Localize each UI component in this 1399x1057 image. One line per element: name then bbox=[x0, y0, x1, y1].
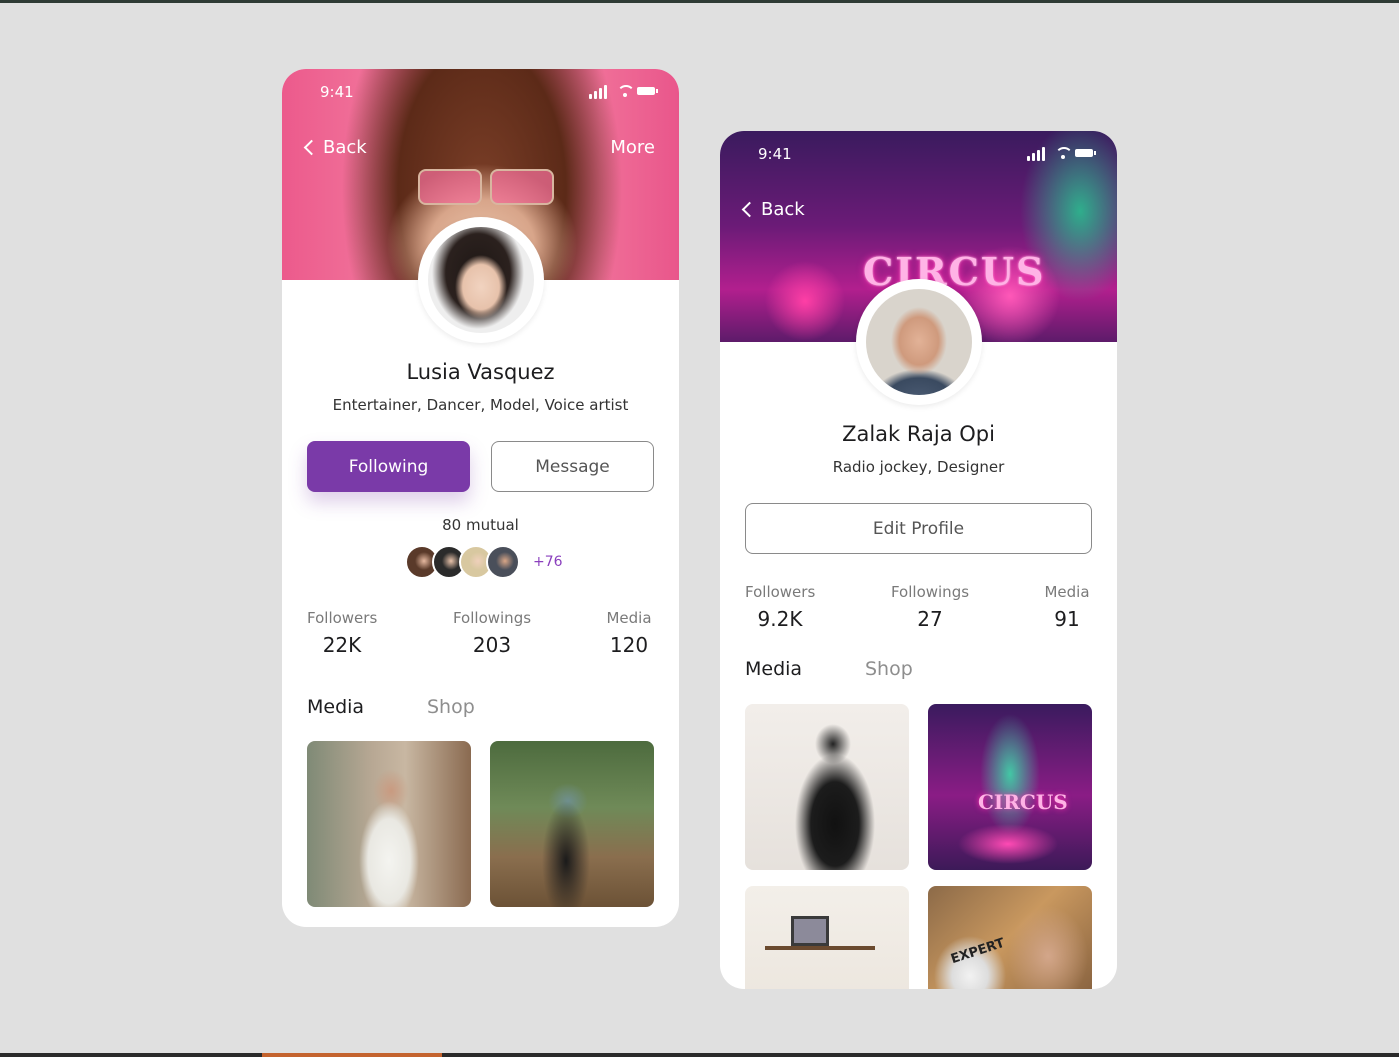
profile-card-zalak: CIRCUS 9:41 Back Zalak Raja Opi Radio jo… bbox=[720, 131, 1117, 989]
stat-value: 9.2K bbox=[757, 607, 803, 631]
stat-label: Followings bbox=[890, 583, 970, 601]
stat-followers[interactable]: Followers 22K bbox=[307, 609, 377, 657]
profile-stats: Followers 22K Followings 203 Media 120 bbox=[307, 609, 654, 669]
back-button[interactable]: Back bbox=[741, 199, 805, 220]
avatar[interactable] bbox=[856, 279, 982, 405]
tile-sign-text: CIRCUS bbox=[978, 790, 1068, 814]
message-button[interactable]: Message bbox=[491, 441, 654, 492]
tab-shop[interactable]: Shop bbox=[865, 658, 913, 680]
tab-shop[interactable]: Shop bbox=[427, 696, 475, 718]
tab-media[interactable]: Media bbox=[307, 696, 364, 718]
profile-subtitle: Radio jockey, Designer bbox=[832, 458, 1005, 476]
status-icons bbox=[589, 83, 659, 99]
stat-value: 22K bbox=[322, 633, 362, 657]
chevron-left-icon bbox=[741, 201, 758, 218]
status-time: 9:41 bbox=[758, 145, 792, 163]
profile-name: Lusia Vasquez bbox=[406, 360, 555, 384]
status-icons bbox=[1027, 145, 1097, 161]
profile-card-lusia: 9:41 Back More Lusia Vasquez Entertainer… bbox=[282, 69, 679, 927]
stat-media[interactable]: Media 91 bbox=[1042, 583, 1092, 631]
picture-frame bbox=[791, 916, 829, 946]
cover-sunglasses bbox=[414, 169, 554, 205]
stat-followings[interactable]: Followings 27 bbox=[890, 583, 970, 631]
status-bar: 9:41 bbox=[282, 69, 679, 113]
mutual-avatars[interactable]: +76 bbox=[405, 545, 565, 581]
stat-label: Followers bbox=[307, 609, 378, 627]
avatar-photo bbox=[428, 227, 534, 333]
mutual-more-count: +76 bbox=[533, 554, 563, 570]
window-top-strip bbox=[0, 0, 1399, 3]
stat-label: Media bbox=[1044, 583, 1090, 601]
stat-media[interactable]: Media 120 bbox=[604, 609, 654, 657]
profile-name: Zalak Raja Opi bbox=[842, 422, 995, 446]
battery-icon bbox=[1075, 149, 1093, 157]
book-title: EXPERT bbox=[949, 935, 1007, 968]
mutual-avatar bbox=[486, 545, 520, 579]
media-tile[interactable] bbox=[490, 741, 654, 907]
stat-label: Media bbox=[606, 609, 652, 627]
back-label: Back bbox=[761, 199, 805, 220]
status-bar: 9:41 bbox=[720, 131, 1117, 175]
back-label: Back bbox=[323, 137, 367, 158]
chevron-left-icon bbox=[303, 139, 320, 156]
stat-label: Followings bbox=[452, 609, 532, 627]
stat-value: 91 bbox=[1054, 607, 1080, 631]
avatar[interactable] bbox=[418, 217, 544, 343]
following-button[interactable]: Following bbox=[307, 441, 470, 492]
avatar-photo bbox=[866, 289, 972, 395]
bottom-accent bbox=[262, 1053, 442, 1057]
media-tile[interactable] bbox=[745, 704, 909, 870]
media-tile[interactable]: EXPERT bbox=[928, 886, 1092, 989]
mutual-label: 80 mutual bbox=[442, 516, 519, 534]
battery-icon bbox=[637, 87, 655, 95]
status-time: 9:41 bbox=[320, 83, 354, 101]
profile-stats: Followers 9.2K Followings 27 Media 91 bbox=[745, 583, 1092, 643]
stat-followers[interactable]: Followers 9.2K bbox=[745, 583, 815, 631]
back-button[interactable]: Back bbox=[303, 137, 367, 158]
profile-tabs: Media Shop bbox=[745, 658, 1092, 688]
edit-profile-button[interactable]: Edit Profile bbox=[745, 503, 1092, 554]
media-tile[interactable] bbox=[307, 741, 471, 907]
stat-value: 120 bbox=[609, 633, 649, 657]
profile-tabs: Media Shop bbox=[307, 696, 654, 726]
media-tile[interactable]: CIRCUS bbox=[928, 704, 1092, 870]
window-bottom-strip bbox=[0, 1053, 1399, 1057]
stat-value: 203 bbox=[472, 633, 512, 657]
shelf bbox=[765, 946, 875, 950]
media-tile[interactable] bbox=[745, 886, 909, 989]
tab-media[interactable]: Media bbox=[745, 658, 802, 680]
stat-followings[interactable]: Followings 203 bbox=[452, 609, 532, 657]
more-button[interactable]: More bbox=[610, 137, 655, 158]
stat-value: 27 bbox=[917, 607, 943, 631]
profile-subtitle: Entertainer, Dancer, Model, Voice artist bbox=[332, 396, 629, 414]
stat-label: Followers bbox=[745, 583, 816, 601]
